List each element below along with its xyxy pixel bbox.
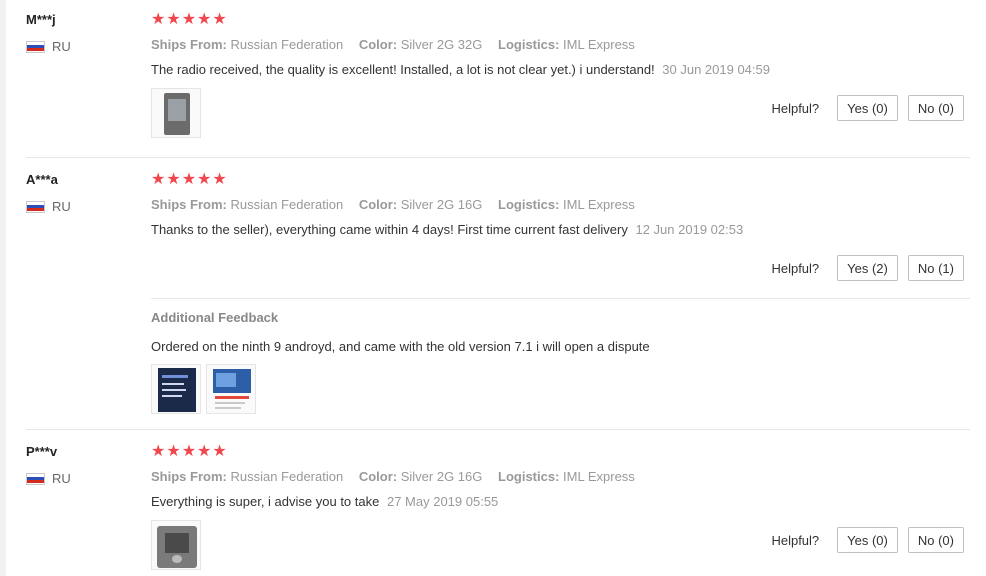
country-code: RU [52, 199, 71, 214]
helpful-yes-button[interactable]: Yes (2) [837, 255, 898, 281]
review-photos [151, 520, 201, 570]
review-photo-thumbnail[interactable] [151, 88, 201, 138]
russia-flag-icon [26, 472, 45, 485]
star-icon: ★ [212, 443, 227, 460]
additional-feedback-title: Additional Feedback [151, 310, 279, 325]
russia-flag-icon [26, 200, 45, 213]
star-icon: ★ [197, 443, 212, 460]
star-icon: ★ [181, 171, 197, 188]
color-label: Color: [358, 469, 398, 484]
star-icon: ★ [197, 11, 212, 28]
review-date: 30 Jun 2019 04:59 [662, 62, 770, 77]
star-rating: ★ ★ ★ ★ ★ [151, 444, 227, 460]
review-text: The radio received, the quality is excel… [151, 62, 770, 77]
country-code: RU [52, 39, 71, 54]
ships-from-value: Russian Federation [230, 37, 344, 52]
review-body: Everything is super, i advise you to tak… [151, 494, 380, 509]
reviewer-name: M***j [26, 12, 56, 27]
review-text: Everything is super, i advise you to tak… [151, 494, 498, 509]
color-label: Color: [358, 37, 398, 52]
star-icon: ★ [151, 443, 166, 460]
additional-feedback-divider [151, 298, 970, 299]
review-body: Thanks to the seller), everything came w… [151, 222, 628, 237]
star-rating: ★ ★ ★ ★ ★ [151, 12, 227, 28]
star-icon: ★ [151, 11, 166, 28]
review-date: 12 Jun 2019 02:53 [635, 222, 744, 237]
review-photo-thumbnail[interactable] [151, 364, 201, 414]
order-attributes: Ships From: Russian Federation Color: Si… [151, 197, 647, 212]
star-icon: ★ [212, 171, 227, 188]
helpful-yes-button[interactable]: Yes (0) [837, 95, 898, 121]
order-attributes: Ships From: Russian Federation Color: Si… [151, 469, 647, 484]
additional-feedback-text: Ordered on the ninth 9 androyd, and came… [151, 339, 650, 354]
reviewer-name: A***a [26, 172, 58, 187]
review-photos [151, 88, 201, 138]
review-photo-thumbnail[interactable] [151, 520, 201, 570]
logistics-value: IML Express [563, 37, 635, 52]
order-attributes: Ships From: Russian Federation Color: Si… [151, 37, 647, 52]
helpful-no-button[interactable]: No (0) [907, 527, 964, 553]
ships-from-label: Ships From: [151, 37, 227, 52]
country-code: RU [52, 471, 71, 486]
left-edge-rule [0, 0, 6, 576]
helpful-label: Helpful? [771, 532, 820, 548]
helpful-no-button[interactable]: No (1) [907, 255, 964, 281]
ships-from-label: Ships From: [151, 197, 227, 212]
color-value: Silver 2G 16G [400, 197, 483, 212]
helpful-votes: Helpful? Yes (0) No (0) [771, 527, 964, 553]
star-icon: ★ [151, 171, 166, 188]
review-divider [26, 157, 970, 158]
color-value: Silver 2G 16G [400, 469, 483, 484]
ships-from-value: Russian Federation [230, 197, 344, 212]
helpful-label: Helpful? [771, 260, 820, 276]
review-text: Thanks to the seller), everything came w… [151, 222, 743, 237]
color-label: Color: [358, 197, 398, 212]
logistics-label: Logistics: [498, 469, 560, 484]
helpful-votes: Helpful? Yes (2) No (1) [771, 255, 964, 281]
star-icon: ★ [166, 443, 181, 460]
star-icon: ★ [181, 11, 197, 28]
reviewer-name: P***v [26, 444, 58, 459]
ships-from-value: Russian Federation [230, 469, 344, 484]
star-icon: ★ [197, 171, 212, 188]
review-item: P***v RU ★ ★ ★ ★ ★ Ships From: Russian Feder… [26, 444, 970, 576]
color-value: Silver 2G 32G [400, 37, 483, 52]
logistics-label: Logistics: [498, 197, 560, 212]
star-icon: ★ [166, 171, 181, 188]
review-item: M***j RU ★ ★ ★ ★ ★ Ships From: Russian Feder… [26, 12, 970, 152]
helpful-votes: Helpful? Yes (0) No (0) [771, 95, 964, 121]
review-photo-thumbnail[interactable] [206, 364, 256, 414]
helpful-no-button[interactable]: No (0) [907, 95, 964, 121]
review-body: The radio received, the quality is excel… [151, 62, 655, 77]
ships-from-label: Ships From: [151, 469, 227, 484]
helpful-yes-button[interactable]: Yes (0) [837, 527, 898, 553]
logistics-label: Logistics: [498, 37, 560, 52]
additional-feedback: Additional Feedback Ordered on the ninth… [26, 310, 970, 420]
logistics-value: IML Express [563, 197, 635, 212]
russia-flag-icon [26, 40, 45, 53]
star-icon: ★ [212, 11, 227, 28]
additional-feedback-photos [151, 364, 256, 414]
reviewer-country: RU [26, 39, 71, 54]
star-icon: ★ [166, 11, 181, 28]
review-divider [26, 429, 970, 430]
star-rating: ★ ★ ★ ★ ★ [151, 172, 227, 188]
star-icon: ★ [181, 443, 197, 460]
logistics-value: IML Express [563, 469, 635, 484]
reviewer-country: RU [26, 199, 71, 214]
review-date: 27 May 2019 05:55 [386, 494, 499, 509]
reviewer-country: RU [26, 471, 71, 486]
helpful-label: Helpful? [771, 100, 820, 116]
